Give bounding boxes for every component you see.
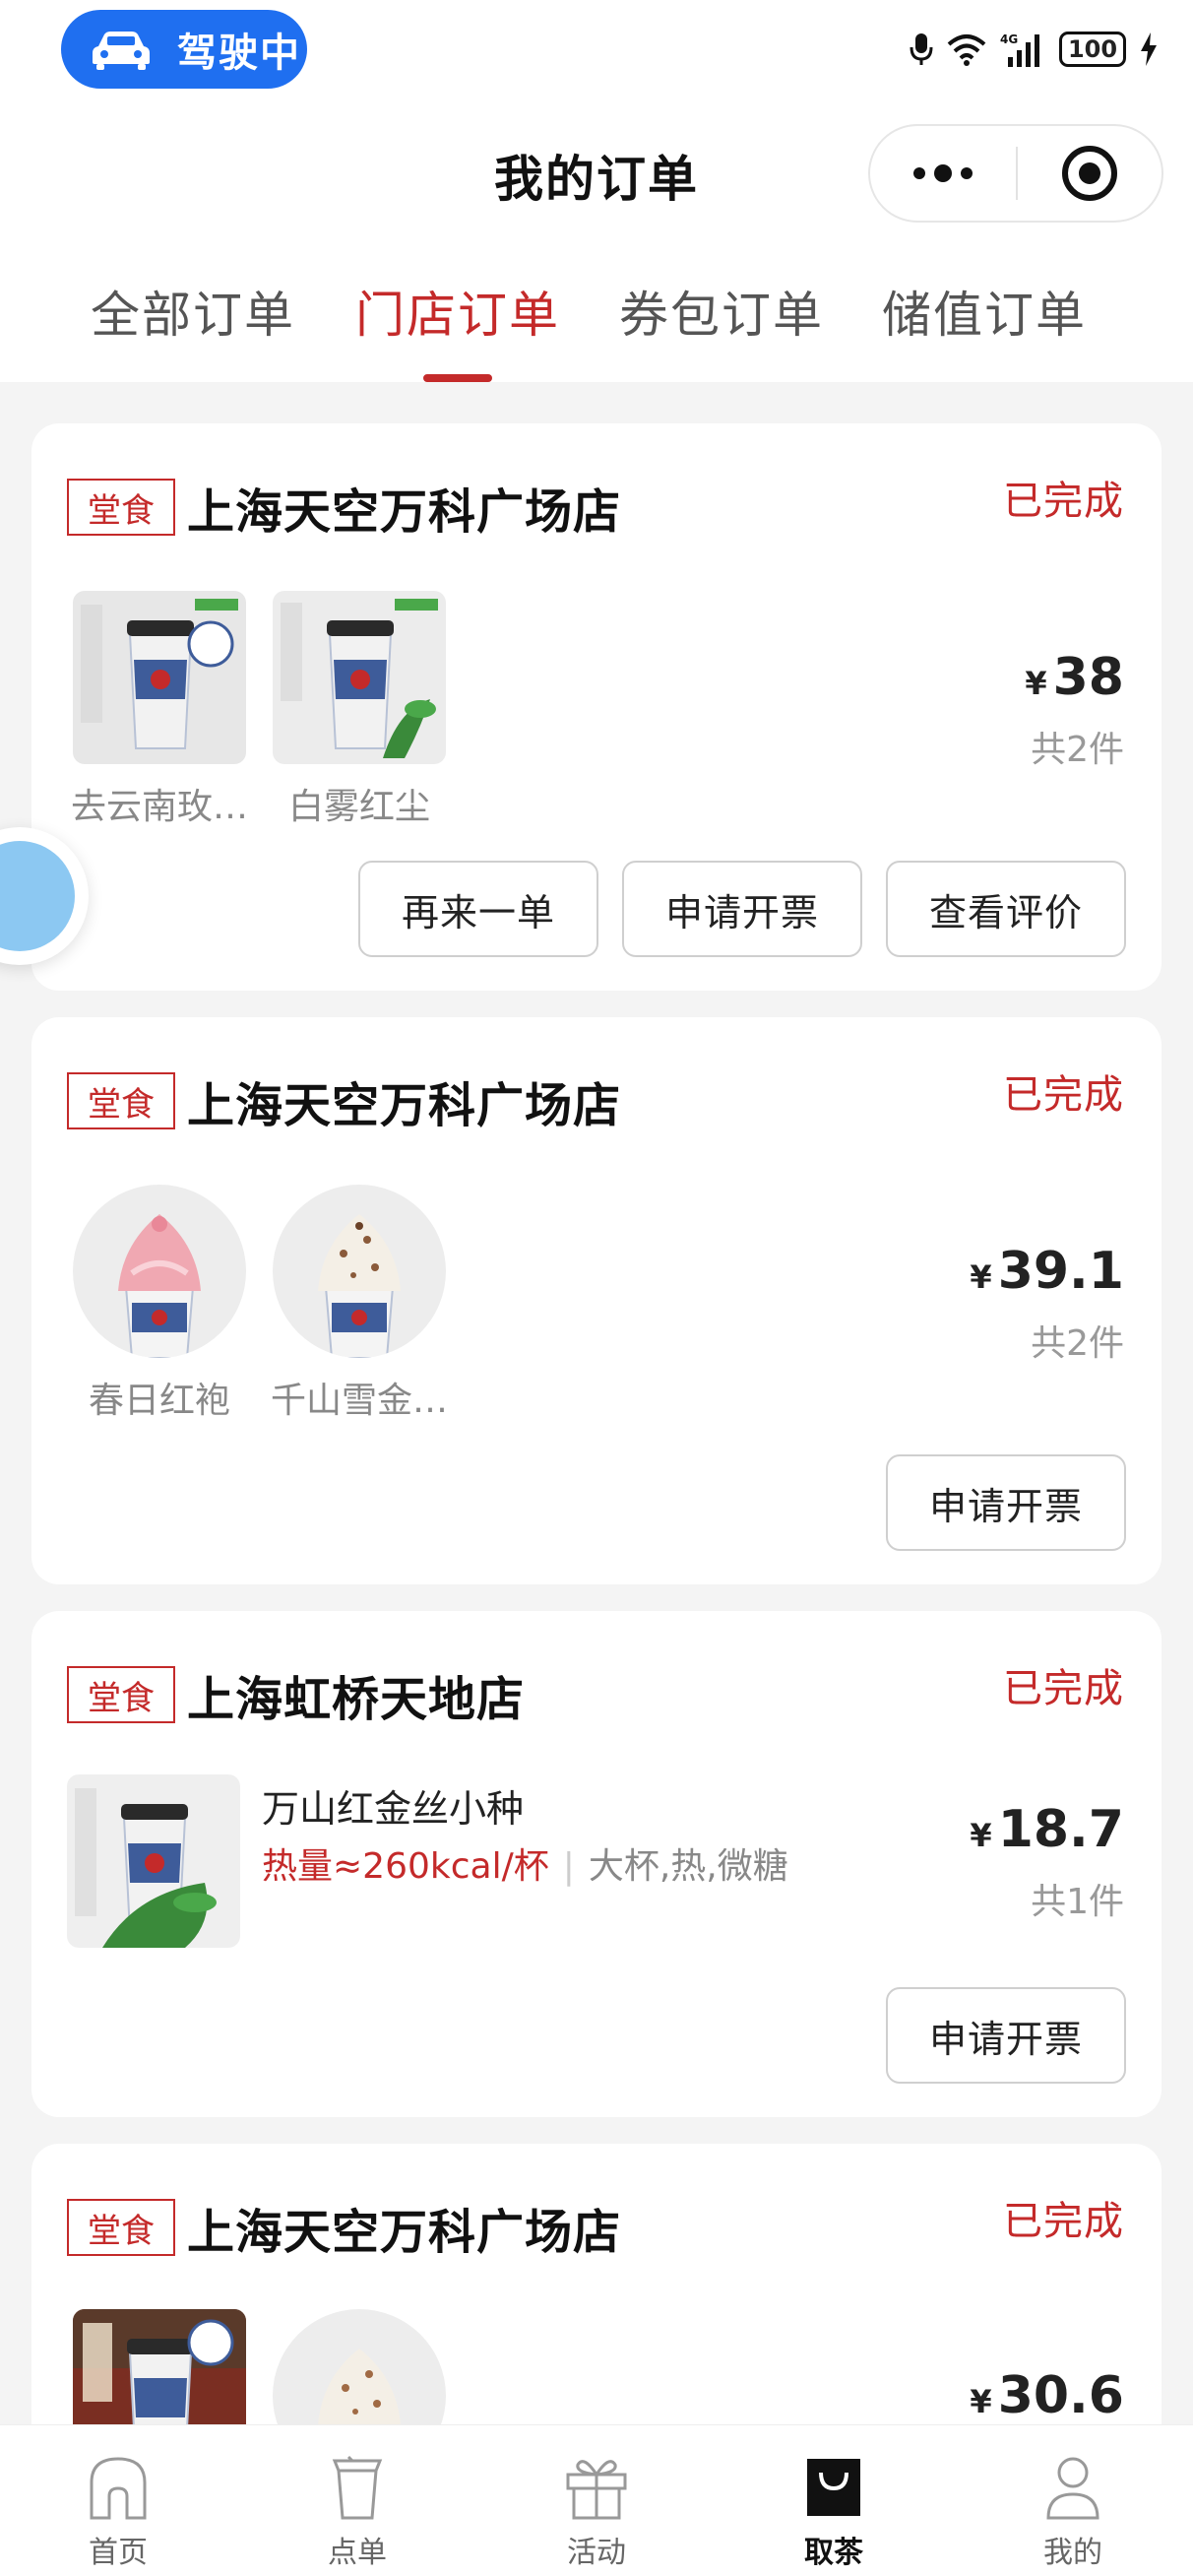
product-options: 大杯,热,微糖 <box>588 1846 788 1887</box>
product-image <box>73 1185 246 1358</box>
assistant-icon <box>0 841 75 951</box>
request-invoice-button[interactable]: 申请开票 <box>886 1987 1126 2084</box>
order-card[interactable]: 堂食 上海天空万科广场店 已完成 ¥30.6 <box>31 2144 1162 2459</box>
user-icon <box>1046 2457 1099 2520</box>
store-name: 上海虹桥天地店 <box>187 1672 526 1727</box>
nav-label: 取茶 <box>804 2536 863 2570</box>
active-tab-indicator <box>423 374 492 382</box>
product-image <box>73 591 246 764</box>
nav-label: 点单 <box>328 2536 387 2570</box>
gift-icon <box>566 2460 627 2520</box>
more-button[interactable] <box>870 126 1016 221</box>
wifi-icon <box>947 34 986 66</box>
order-status: 已完成 <box>1003 479 1124 524</box>
dine-in-tag: 堂食 <box>67 1072 175 1129</box>
battery-level: 100 <box>1067 35 1118 63</box>
order-price: ¥18.7 <box>970 1800 1124 1859</box>
bottom-navigation: 首页 点单 活动 取茶 我的 <box>0 2424 1193 2576</box>
order-tabs: 全部订单 门店订单 券包订单 储值订单 <box>0 236 1193 382</box>
nav-label: 我的 <box>1043 2536 1102 2570</box>
product-image <box>273 1185 446 1358</box>
target-circle-icon <box>1062 146 1117 201</box>
view-review-button[interactable]: 查看评价 <box>886 861 1126 957</box>
dine-in-tag: 堂食 <box>67 1666 175 1723</box>
driving-label: 驾驶中 <box>177 31 301 76</box>
product-image <box>67 1774 240 1948</box>
order-card[interactable]: 堂食 上海天空万科广场店 已完成 春日红袍 千山雪金… ¥39.1 共2件 申请… <box>31 1017 1162 1584</box>
nav-home[interactable]: 首页 <box>39 2453 197 2571</box>
spec-divider: | <box>562 1846 575 1887</box>
price-value: 18.7 <box>997 1800 1124 1859</box>
store-name: 上海天空万科广场店 <box>187 484 622 540</box>
tea-cup-image <box>273 1185 446 1358</box>
tab-store-orders[interactable]: 门店订单 <box>330 276 586 347</box>
tea-cup-image <box>67 1774 240 1948</box>
more-dots-icon <box>913 164 973 182</box>
nav-label: 活动 <box>567 2536 626 2570</box>
close-mini-program-button[interactable] <box>1018 126 1162 221</box>
dine-in-tag: 堂食 <box>67 479 175 536</box>
product-name: 万山红金丝小种 <box>262 1787 525 1831</box>
nav-profile[interactable]: 我的 <box>994 2453 1152 2571</box>
page-header: 我的订单 <box>0 98 1193 236</box>
price-value: 30.6 <box>997 2366 1124 2425</box>
currency-symbol: ¥ <box>970 1258 992 1296</box>
tab-all-orders[interactable]: 全部订单 <box>65 276 321 347</box>
car-icon <box>93 32 150 70</box>
network-type-label: 4G <box>1000 32 1018 46</box>
price-value: 38 <box>1052 648 1124 707</box>
nav-order[interactable]: 点单 <box>279 2453 436 2571</box>
store-name: 上海天空万科广场店 <box>187 2205 622 2260</box>
system-icons: 4G 100 <box>910 24 1158 75</box>
product-label: 千山雪金… <box>270 1381 448 1421</box>
nav-activity[interactable]: 活动 <box>518 2453 675 2571</box>
order-status: 已完成 <box>1003 1666 1124 1711</box>
price-value: 39.1 <box>997 1242 1124 1301</box>
tea-cup-image <box>73 591 246 764</box>
product-image <box>273 591 446 764</box>
calorie-info: 热量≈260kcal/杯 <box>262 1846 549 1887</box>
currency-symbol: ¥ <box>970 1817 992 1854</box>
order-price: ¥39.1 <box>970 1242 1124 1301</box>
product-spec: 热量≈260kcal/杯 | 大杯,热,微糖 <box>262 1837 788 1889</box>
item-count: 共2件 <box>1031 730 1124 770</box>
request-invoice-button[interactable]: 申请开票 <box>622 861 862 957</box>
shopping-bag-icon <box>807 2459 860 2516</box>
product-label: 去云南玫… <box>70 787 248 827</box>
tea-cup-image <box>73 1185 246 1358</box>
nav-pickup[interactable]: 取茶 <box>755 2453 912 2571</box>
tab-stored-value-orders[interactable]: 储值订单 <box>856 276 1112 347</box>
item-count: 共2件 <box>1031 1323 1124 1364</box>
product-label: 白雾红尘 <box>287 787 430 827</box>
currency-symbol: ¥ <box>970 2383 992 2420</box>
currency-symbol: ¥ <box>1025 665 1047 702</box>
order-price: ¥38 <box>1025 648 1124 707</box>
dine-in-tag: 堂食 <box>67 2199 175 2256</box>
mini-program-capsule <box>868 124 1163 223</box>
order-status: 已完成 <box>1003 1072 1124 1118</box>
tea-cup-image <box>273 591 446 764</box>
nav-label: 首页 <box>89 2536 148 2570</box>
charging-icon <box>1141 32 1157 66</box>
cup-icon <box>332 2455 383 2520</box>
order-status: 已完成 <box>1003 2199 1124 2244</box>
microphone-icon <box>910 33 933 65</box>
product-label: 春日红袍 <box>88 1381 230 1421</box>
tab-coupon-orders[interactable]: 券包订单 <box>594 276 849 347</box>
request-invoice-button[interactable]: 申请开票 <box>886 1454 1126 1551</box>
store-name: 上海天空万科广场店 <box>187 1078 622 1133</box>
cellular-signal-icon: 4G <box>1000 32 1039 67</box>
home-icon <box>90 2457 147 2520</box>
item-count: 共1件 <box>1031 1882 1124 1922</box>
order-card[interactable]: 堂食 上海天空万科广场店 已完成 去云南玫… 白雾红尘 ¥38 共2件 再来一单… <box>31 423 1162 991</box>
order-card[interactable]: 堂食 上海虹桥天地店 已完成 万山红金丝小种 热量≈260kcal/杯 | 大杯,热… <box>31 1611 1162 2117</box>
status-bar: 驾驶中 4G 100 <box>0 0 1193 98</box>
reorder-button[interactable]: 再来一单 <box>358 861 598 957</box>
order-price: ¥30.6 <box>970 2366 1124 2425</box>
battery-icon: 100 <box>1059 32 1126 67</box>
driving-mode-pill[interactable]: 驾驶中 <box>61 10 307 89</box>
